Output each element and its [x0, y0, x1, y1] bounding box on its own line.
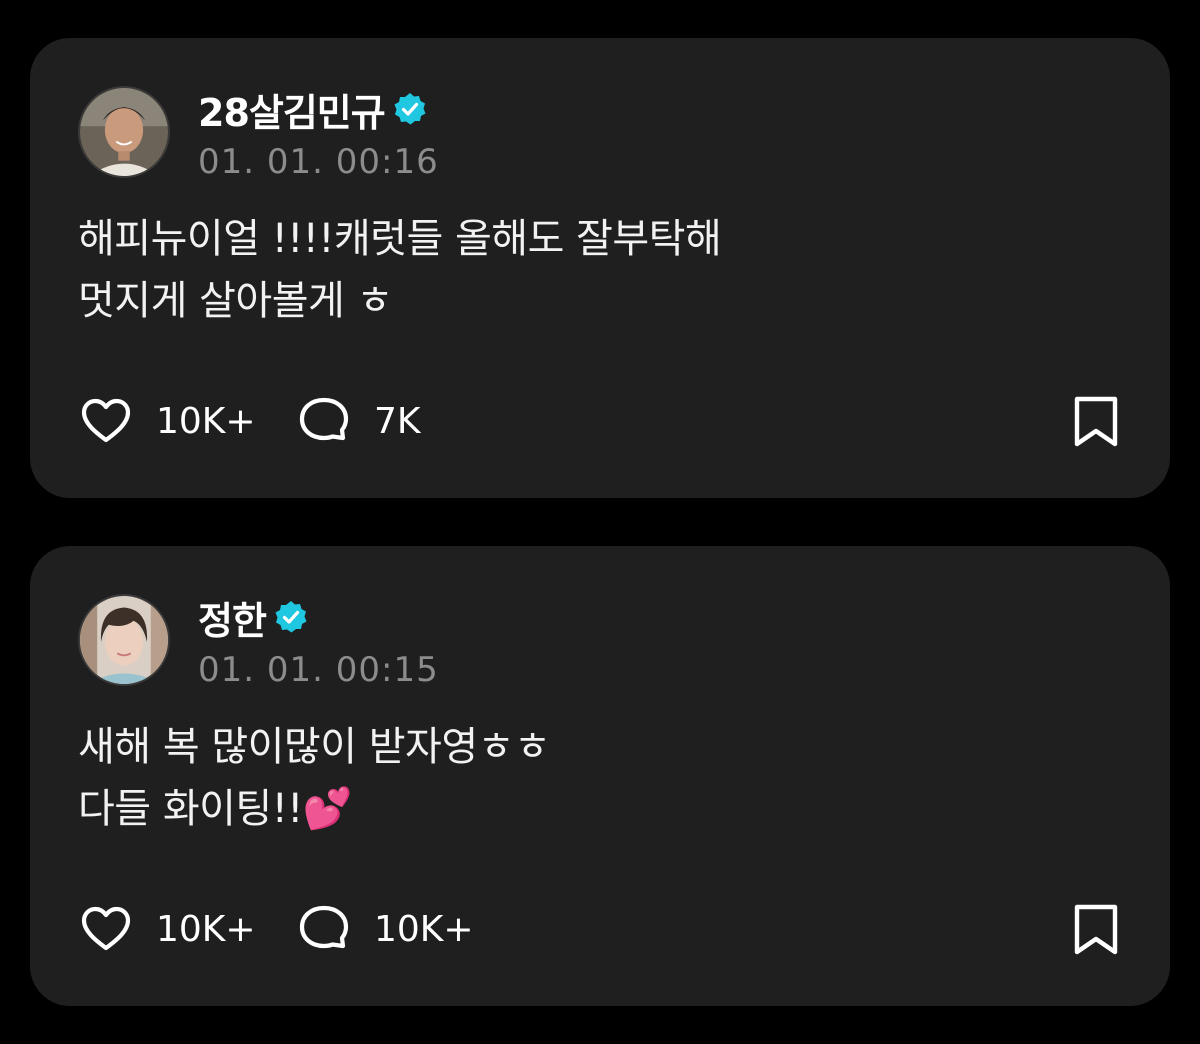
- like-button[interactable]: 10K+: [78, 896, 256, 962]
- bookmark-icon[interactable]: [1070, 901, 1122, 957]
- post-actions: 10K+ 10K+: [78, 896, 1122, 962]
- comment-button[interactable]: 10K+: [296, 896, 474, 962]
- comment-bubble-icon[interactable]: [296, 393, 352, 449]
- comment-button[interactable]: 7K: [296, 388, 421, 454]
- author-row: 정한: [198, 590, 308, 645]
- post-timestamp: 01. 01. 00:15: [198, 650, 439, 690]
- heart-icon[interactable]: [78, 901, 134, 957]
- bookmark-button[interactable]: [1070, 388, 1122, 454]
- bookmark-icon[interactable]: [1070, 393, 1122, 449]
- post-timestamp: 01. 01. 00:16: [198, 142, 439, 182]
- author-row: 28살김민규: [198, 82, 427, 137]
- comment-count: 7K: [374, 400, 421, 442]
- verified-badge-icon: [393, 92, 427, 126]
- avatar-photo: [80, 596, 168, 684]
- username[interactable]: 정한: [198, 590, 267, 645]
- post-body-line: 다들 화이팅!!💕: [78, 786, 353, 832]
- verified-badge-icon: [274, 600, 308, 634]
- heart-icon[interactable]: [78, 393, 134, 449]
- bookmark-button[interactable]: [1070, 896, 1122, 962]
- post-card: 28살김민규 01. 01. 00:16 해피뉴이얼 !!!!캐럿들 올해도 잘…: [30, 38, 1170, 498]
- avatar-photo: [80, 88, 168, 176]
- like-count: 10K+: [156, 908, 256, 950]
- post-card: 정한 01. 01. 00:15 새해 복 많이많이 받자영ㅎㅎ 다들 화이팅!…: [30, 546, 1170, 1006]
- post-body-line: 새해 복 많이많이 받자영ㅎㅎ: [78, 724, 551, 770]
- avatar[interactable]: [78, 594, 170, 686]
- post-body: 새해 복 많이많이 받자영ㅎㅎ 다들 화이팅!!💕: [78, 716, 1118, 840]
- post-actions: 10K+ 7K: [78, 388, 1122, 454]
- username[interactable]: 28살김민규: [198, 82, 386, 137]
- comment-bubble-icon[interactable]: [296, 901, 352, 957]
- post-body-line: 멋지게 살아볼게 ㅎ: [78, 278, 393, 324]
- like-count: 10K+: [156, 400, 256, 442]
- comment-count: 10K+: [374, 908, 474, 950]
- post-body: 해피뉴이얼 !!!!캐럿들 올해도 잘부탁해 멋지게 살아볼게 ㅎ: [78, 208, 1118, 332]
- like-button[interactable]: 10K+: [78, 388, 256, 454]
- post-body-line: 해피뉴이얼 !!!!캐럿들 올해도 잘부탁해: [78, 216, 722, 262]
- avatar[interactable]: [78, 86, 170, 178]
